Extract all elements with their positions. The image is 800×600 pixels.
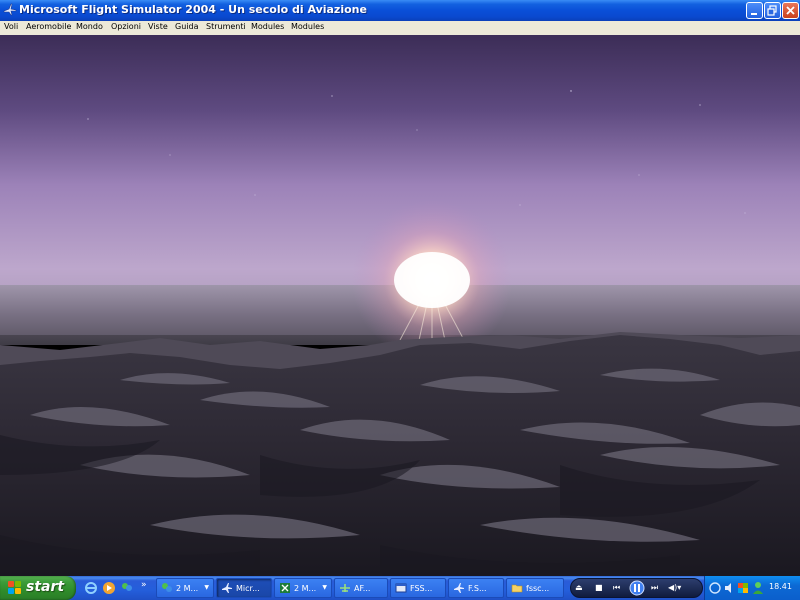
eject-icon[interactable]: ⏏ — [575, 583, 583, 593]
title-bar[interactable]: Microsoft Flight Simulator 2004 - Un sec… — [0, 0, 800, 21]
restore-button[interactable] — [764, 2, 781, 19]
stop-icon[interactable]: ■ — [595, 583, 603, 593]
menu-modules-1[interactable]: Modules — [251, 22, 284, 31]
window-title: Microsoft Flight Simulator 2004 - Un sec… — [19, 3, 367, 16]
menu-viste[interactable]: Viste — [148, 22, 168, 31]
menu-strumenti[interactable]: Strumenti — [206, 22, 246, 31]
system-tray: 18.41 — [704, 576, 800, 600]
menu-modules-2[interactable]: Modules — [291, 22, 324, 31]
restore-icon — [767, 5, 777, 16]
messenger-icon — [162, 583, 172, 592]
sound-icon[interactable] — [723, 582, 735, 594]
task-button-active[interactable]: Micr... — [216, 578, 272, 598]
folder-icon — [511, 584, 523, 593]
task-button[interactable]: F.S... — [448, 578, 504, 598]
previous-icon[interactable]: ⏮ — [613, 583, 620, 593]
task-button[interactable]: FSS... — [390, 578, 446, 598]
close-button[interactable] — [782, 2, 799, 19]
dropdown-arrow-icon: ▼ — [322, 584, 327, 591]
menu-voli[interactable]: Voli — [4, 22, 18, 31]
taskbar: start » 2 M... ▼ Micr... 2 M... ▼ AF... … — [0, 576, 800, 600]
volume-icon[interactable]: ◀)▾ — [668, 583, 681, 593]
airplane-icon — [222, 583, 232, 593]
menu-opzioni[interactable]: Opzioni — [111, 22, 141, 31]
start-button[interactable]: start — [0, 576, 76, 600]
start-label: start — [26, 579, 65, 595]
task-button[interactable]: 2 M... ▼ — [274, 578, 332, 598]
aircraft-tool-icon — [340, 584, 350, 592]
minimize-button[interactable] — [746, 2, 763, 19]
close-icon — [786, 6, 795, 15]
messenger-icon[interactable] — [120, 581, 134, 595]
internet-explorer-icon[interactable] — [84, 581, 98, 595]
pause-icon[interactable] — [629, 580, 645, 596]
menu-bar: Voli Aeromobile Mondo Opzioni Viste Guid… — [0, 21, 800, 35]
sun — [394, 252, 470, 308]
media-player-toolbar: ⏏ ■ ⏮ ⏭ ◀)▾ — [570, 578, 703, 598]
task-button[interactable]: fssc... — [506, 578, 564, 598]
windows-logo-icon — [8, 581, 21, 594]
next-icon[interactable]: ⏭ — [651, 583, 658, 593]
minimize-icon — [751, 13, 757, 15]
security-icon[interactable] — [737, 582, 749, 594]
task-button[interactable]: 2 M... ▼ — [156, 578, 214, 598]
menu-guida[interactable]: Guida — [175, 22, 198, 31]
menu-aeromobile[interactable]: Aeromobile — [26, 22, 71, 31]
airplane-icon — [454, 583, 464, 593]
clock[interactable]: 18.41 — [769, 582, 792, 591]
airplane-icon[interactable] — [3, 3, 17, 17]
window-app-icon — [395, 583, 407, 593]
network-icon[interactable] — [709, 582, 721, 594]
media-player-icon[interactable] — [102, 581, 116, 595]
simulator-viewport[interactable] — [0, 35, 800, 576]
scene-render — [0, 35, 800, 576]
menu-mondo[interactable]: Mondo — [76, 22, 103, 31]
dropdown-arrow-icon: ▼ — [204, 584, 209, 591]
spreadsheet-icon — [280, 583, 290, 593]
quick-launch-overflow[interactable]: » — [141, 580, 147, 590]
task-button[interactable]: AF... — [334, 578, 388, 598]
user-icon[interactable] — [752, 581, 764, 595]
